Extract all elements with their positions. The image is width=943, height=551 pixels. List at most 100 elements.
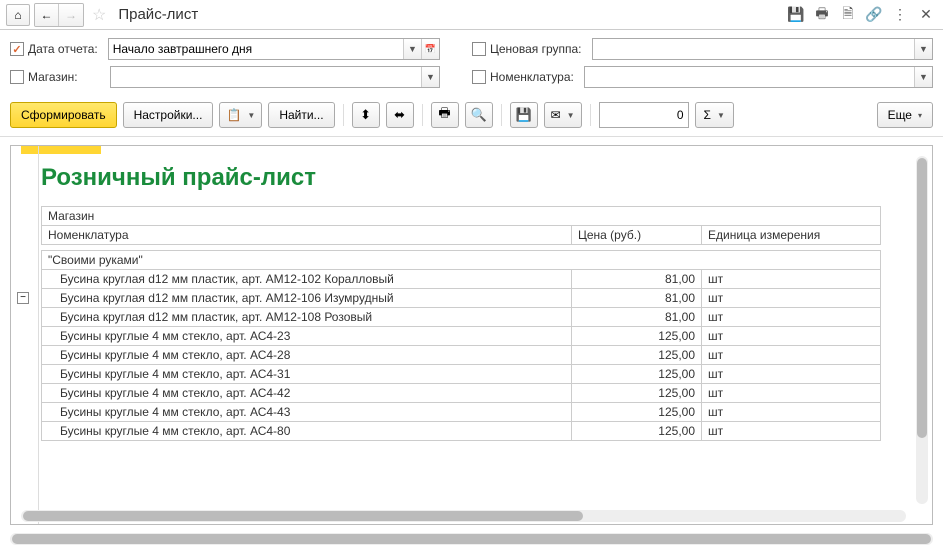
group-row: "Своими руками" <box>42 251 881 270</box>
cell-unit: шт <box>702 403 881 422</box>
header-nomenclature: Номенклатура <box>42 226 572 245</box>
find-button[interactable]: Найти... <box>268 102 334 128</box>
favorite-star-icon[interactable]: ☆ <box>92 5 106 25</box>
cell-unit: шт <box>702 308 881 327</box>
cell-unit: шт <box>702 289 881 308</box>
cell-name: Бусины круглые 4 мм стекло, арт. АС4-31 <box>42 365 572 384</box>
table-row[interactable]: Бусины круглые 4 мм стекло, арт. АС4-231… <box>42 327 881 346</box>
cell-unit: шт <box>702 422 881 441</box>
cell-price: 125,00 <box>572 346 702 365</box>
email-button[interactable]: ✉▼ <box>544 102 582 128</box>
price-group-dropdown-icon[interactable]: ▼ <box>914 39 932 59</box>
price-group-checkbox[interactable] <box>472 42 486 56</box>
report-table: Магазин Номенклатура Цена (руб.) Единица… <box>41 206 881 441</box>
cell-unit: шт <box>702 270 881 289</box>
cell-price: 81,00 <box>572 308 702 327</box>
close-icon[interactable]: ✕ <box>915 4 937 26</box>
cell-name: Бусины круглые 4 мм стекло, арт. АС4-23 <box>42 327 572 346</box>
table-row[interactable]: Бусина круглая d12 мм пластик, арт. АМ12… <box>42 270 881 289</box>
cell-name: Бусина круглая d12 мм пластик, арт. АМ12… <box>42 289 572 308</box>
cell-price: 125,00 <box>572 365 702 384</box>
header-columns-row: Номенклатура Цена (руб.) Единица измерен… <box>42 226 881 245</box>
filter-panel: Дата отчета: ▼ 📅 Ценовая группа: ▼ Магаз… <box>0 30 943 98</box>
cell-unit: шт <box>702 346 881 365</box>
settings-button[interactable]: Настройки... <box>123 102 214 128</box>
table-row[interactable]: Бусины круглые 4 мм стекло, арт. АС4-801… <box>42 422 881 441</box>
report-date-field[interactable]: ▼ 📅 <box>108 38 440 60</box>
cell-name: Бусины круглые 4 мм стекло, арт. АС4-42 <box>42 384 572 403</box>
expand-all-icon[interactable]: ⬍ <box>352 102 380 128</box>
toolbar: Сформировать Настройки... 📋▼ Найти... ⬍ … <box>0 98 943 137</box>
nomenclature-dropdown-icon[interactable]: ▼ <box>914 67 932 87</box>
nomenclature-checkbox[interactable] <box>472 70 486 84</box>
report-date-dropdown-icon[interactable]: ▼ <box>403 39 421 59</box>
cell-price: 125,00 <box>572 384 702 403</box>
price-group-field[interactable]: ▼ <box>592 38 933 60</box>
titlebar: ⌂ ← → ☆ Прайс-лист 💾 🖶 🗎 🔗 ⋮ ✕ <box>0 0 943 30</box>
table-row[interactable]: Бусины круглые 4 мм стекло, арт. АС4-281… <box>42 346 881 365</box>
header-store-row: Магазин <box>42 207 881 226</box>
table-row[interactable]: Бусина круглая d12 мм пластик, арт. АМ12… <box>42 308 881 327</box>
cell-name: Бусины круглые 4 мм стекло, арт. АС4-28 <box>42 346 572 365</box>
header-unit: Единица измерения <box>702 226 881 245</box>
page-title: Прайс-лист <box>118 6 198 23</box>
cell-price: 81,00 <box>572 289 702 308</box>
group-name[interactable]: "Своими руками" <box>42 251 881 270</box>
outline-gutter: − <box>11 146 39 524</box>
generate-button[interactable]: Сформировать <box>10 102 117 128</box>
cell-unit: шт <box>702 384 881 403</box>
collapse-all-icon[interactable]: ⬌ <box>386 102 414 128</box>
price-group-input[interactable] <box>593 39 914 59</box>
vertical-scrollbar[interactable] <box>916 156 928 504</box>
forward-button[interactable]: → <box>59 4 83 26</box>
cell-price: 125,00 <box>572 422 702 441</box>
cell-name: Бусина круглая d12 мм пластик, арт. АМ12… <box>42 270 572 289</box>
cell-price: 125,00 <box>572 327 702 346</box>
save-icon[interactable]: 💾 <box>785 4 807 26</box>
store-checkbox[interactable] <box>10 70 24 84</box>
home-button[interactable]: ⌂ <box>6 4 30 26</box>
preview-icon[interactable]: 🗎 <box>837 4 859 26</box>
print-icon[interactable]: 🖶 <box>811 4 833 26</box>
cell-unit: шт <box>702 327 881 346</box>
report-title: Розничный прайс-лист <box>41 164 902 192</box>
more-button[interactable]: Еще▾ <box>877 102 933 128</box>
cell-name: Бусины круглые 4 мм стекло, арт. АС4-80 <box>42 422 572 441</box>
print-button[interactable]: 🖶 <box>431 102 459 128</box>
store-field[interactable]: ▼ <box>110 66 440 88</box>
report-date-checkbox[interactable] <box>10 42 24 56</box>
table-row[interactable]: Бусины круглые 4 мм стекло, арт. АС4-431… <box>42 403 881 422</box>
nomenclature-field[interactable]: ▼ <box>584 66 933 88</box>
print-preview-button[interactable]: 🔍 <box>465 102 493 128</box>
store-label: Магазин: <box>28 70 78 84</box>
store-dropdown-icon[interactable]: ▼ <box>421 67 439 87</box>
outer-horizontal-scrollbar[interactable] <box>10 533 933 545</box>
cell-price: 81,00 <box>572 270 702 289</box>
table-row[interactable]: Бусина круглая d12 мм пластик, арт. АМ12… <box>42 289 881 308</box>
header-store: Магазин <box>42 207 881 226</box>
number-input[interactable] <box>599 102 689 128</box>
report-date-input[interactable] <box>109 39 403 59</box>
calendar-icon[interactable]: 📅 <box>421 39 439 59</box>
more-icon[interactable]: ⋮ <box>889 4 911 26</box>
table-row[interactable]: Бусины круглые 4 мм стекло, арт. АС4-421… <box>42 384 881 403</box>
report-date-label: Дата отчета: <box>28 42 98 56</box>
cell-name: Бусина круглая d12 мм пластик, арт. АМ12… <box>42 308 572 327</box>
table-row[interactable]: Бусины круглые 4 мм стекло, арт. АС4-311… <box>42 365 881 384</box>
save-report-button[interactable]: 💾 <box>510 102 538 128</box>
nomenclature-label: Номенклатура: <box>490 70 574 84</box>
cell-unit: шт <box>702 365 881 384</box>
report-area: − Розничный прайс-лист Магазин Номенклат… <box>10 145 933 525</box>
sigma-button[interactable]: Σ▼ <box>695 102 734 128</box>
group-collapse-icon[interactable]: − <box>17 292 29 304</box>
cell-price: 125,00 <box>572 403 702 422</box>
price-group-label: Ценовая группа: <box>490 42 582 56</box>
copy-settings-button[interactable]: 📋▼ <box>219 102 262 128</box>
back-button[interactable]: ← <box>35 4 59 26</box>
store-input[interactable] <box>111 67 421 87</box>
link-icon[interactable]: 🔗 <box>863 4 885 26</box>
nomenclature-input[interactable] <box>585 67 914 87</box>
nav-group: ← → <box>34 3 84 27</box>
cell-name: Бусины круглые 4 мм стекло, арт. АС4-43 <box>42 403 572 422</box>
horizontal-scrollbar[interactable] <box>21 510 906 522</box>
